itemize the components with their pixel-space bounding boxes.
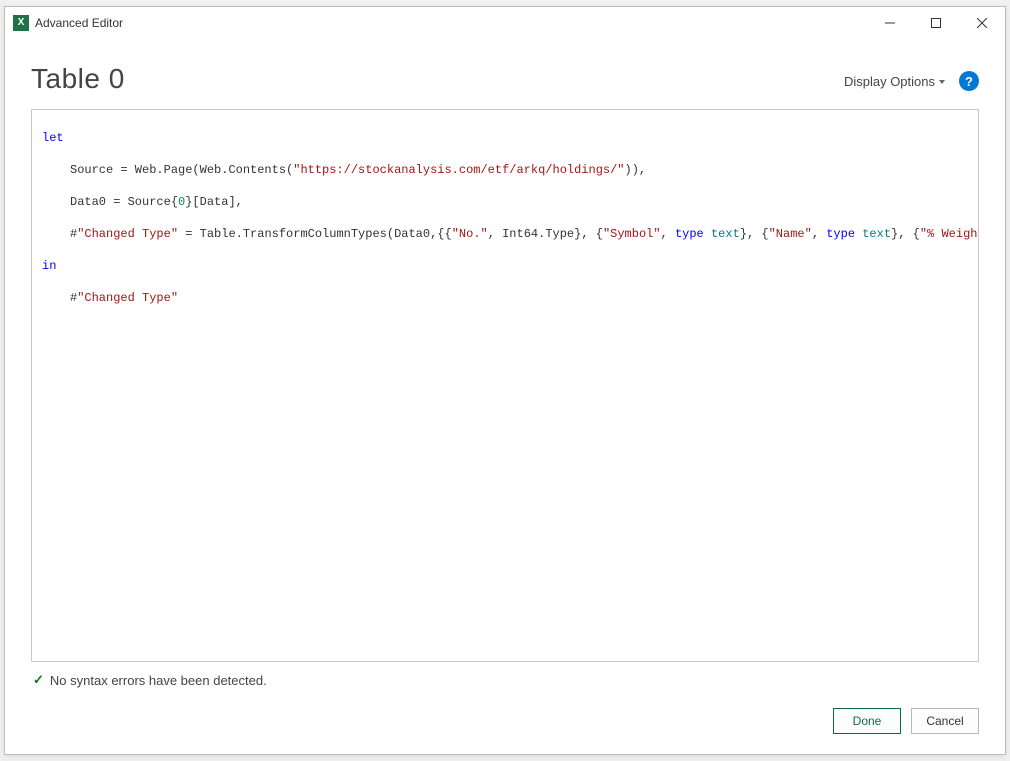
- excel-glyph: X: [18, 18, 25, 28]
- advanced-editor-window: X Advanced Editor Table 0 Display Option…: [4, 6, 1006, 755]
- display-options-dropdown[interactable]: Display Options: [844, 74, 945, 89]
- cancel-button[interactable]: Cancel: [911, 708, 979, 734]
- status-message: No syntax errors have been detected.: [50, 673, 267, 688]
- window-controls: [867, 7, 1005, 39]
- window-title: Advanced Editor: [35, 16, 123, 30]
- footer-buttons: Done Cancel: [31, 694, 979, 734]
- help-icon[interactable]: ?: [959, 71, 979, 91]
- code-content[interactable]: let Source = Web.Page(Web.Contents("http…: [32, 110, 978, 661]
- page-title: Table 0: [31, 63, 125, 95]
- header-right: Display Options ?: [844, 71, 979, 95]
- header-row: Table 0 Display Options ?: [31, 63, 979, 95]
- code-editor[interactable]: let Source = Web.Page(Web.Contents("http…: [31, 109, 979, 662]
- kw-let: let: [42, 131, 64, 145]
- display-options-label: Display Options: [844, 74, 935, 89]
- status-bar: ✓ No syntax errors have been detected.: [31, 670, 979, 694]
- minimize-button[interactable]: [867, 7, 913, 39]
- content-area: Table 0 Display Options ? let Source = W…: [5, 39, 1005, 754]
- maximize-button[interactable]: [913, 7, 959, 39]
- titlebar[interactable]: X Advanced Editor: [5, 7, 1005, 39]
- done-button[interactable]: Done: [833, 708, 901, 734]
- check-icon: ✓: [33, 672, 44, 688]
- chevron-down-icon: [939, 80, 945, 84]
- close-button[interactable]: [959, 7, 1005, 39]
- kw-in: in: [42, 259, 56, 273]
- excel-app-icon: X: [13, 15, 29, 31]
